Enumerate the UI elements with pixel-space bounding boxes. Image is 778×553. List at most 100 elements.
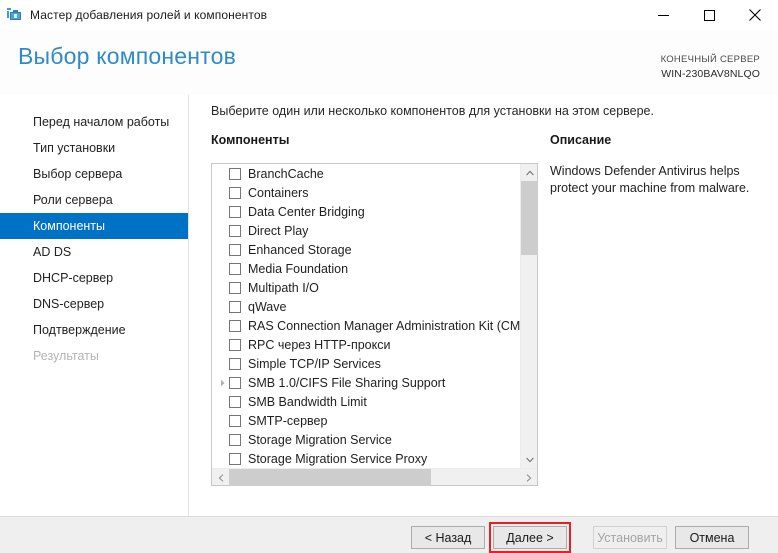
- feature-label: Media Foundation: [248, 261, 349, 276]
- feature-label: RPC через HTTP-прокси: [248, 337, 391, 352]
- maximize-button[interactable]: [686, 0, 732, 30]
- wizard-step-nav: Перед началом работы Тип установки Выбор с…: [0, 95, 189, 516]
- sidebar-item-1[interactable]: Перед началом работы: [0, 109, 188, 135]
- feature-row[interactable]: Media Foundation: [212, 259, 521, 278]
- back-button[interactable]: < Назад: [411, 526, 485, 549]
- minimize-icon: [657, 14, 669, 16]
- sidebar-item-label: Тип установки: [33, 141, 116, 155]
- next-button[interactable]: Далее >: [493, 526, 567, 549]
- feature-checkbox[interactable]: [229, 395, 241, 408]
- feature-label: RAS Connection Manager Administration Ki…: [248, 318, 521, 333]
- features-list-box[interactable]: BranchCache Containers Data Center Bridgin…: [211, 163, 538, 486]
- sidebar-item-2[interactable]: Тип установки: [0, 135, 188, 161]
- window-title: Мастер добавления ролей и компонентов: [30, 8, 268, 22]
- chevron-right-icon: [526, 473, 531, 482]
- close-icon: [749, 9, 761, 21]
- scroll-up-button[interactable]: [521, 164, 538, 181]
- feature-label: SMTP-сервер: [248, 413, 328, 428]
- feature-checkbox[interactable]: [229, 357, 241, 370]
- sidebar-item-3[interactable]: Выбор сервера: [0, 161, 188, 187]
- feature-label: SMB 1.0/CIFS File Sharing Support: [248, 375, 446, 390]
- feature-checkbox[interactable]: [229, 300, 241, 313]
- feature-checkbox[interactable]: [229, 319, 241, 332]
- sidebar-item-7[interactable]: DHCP-сервер: [0, 265, 188, 291]
- feature-row[interactable]: BranchCache: [212, 164, 521, 183]
- feature-row[interactable]: SMTP-сервер: [212, 411, 521, 430]
- destination-server-label: КОНЕЧНЫЙ СЕРВЕР: [660, 54, 760, 65]
- sidebar-item-label: Подтверждение: [33, 323, 126, 337]
- sidebar-item-8[interactable]: DNS-сервер: [0, 291, 188, 317]
- feature-row[interactable]: RAS Connection Manager Administration Ki…: [212, 316, 521, 335]
- feature-row[interactable]: SMB 1.0/CIFS File Sharing Support: [212, 373, 521, 392]
- sidebar-item-label: Результаты: [33, 349, 99, 363]
- feature-row[interactable]: Storage Migration Service: [212, 430, 521, 449]
- features-column-header: Компоненты: [211, 133, 290, 147]
- feature-row[interactable]: Enhanced Storage: [212, 240, 521, 259]
- minimize-button[interactable]: [640, 0, 686, 30]
- feature-checkbox[interactable]: [229, 262, 241, 275]
- caption-button-group: [640, 0, 778, 30]
- sidebar-item-4[interactable]: Роли сервера: [0, 187, 188, 213]
- feature-checkbox[interactable]: [229, 281, 241, 294]
- sidebar-item-label: AD DS: [33, 245, 72, 259]
- feature-row[interactable]: qWave: [212, 297, 521, 316]
- feature-checkbox[interactable]: [229, 433, 241, 446]
- scroll-left-button[interactable]: [212, 469, 229, 486]
- feature-checkbox[interactable]: [229, 243, 241, 256]
- vertical-scroll-thumb[interactable]: [521, 181, 538, 255]
- sidebar-item-label: Роли сервера: [33, 193, 113, 207]
- close-button[interactable]: [732, 0, 778, 30]
- feature-label: SMB Bandwidth Limit: [248, 394, 367, 409]
- feature-row[interactable]: Data Center Bridging: [212, 202, 521, 221]
- feature-row[interactable]: Containers: [212, 183, 521, 202]
- destination-server-info: КОНЕЧНЫЙ СЕРВЕР WIN-230BAV8NLQO: [661, 53, 760, 81]
- feature-checkbox[interactable]: [229, 338, 241, 351]
- sidebar-item-label: Выбор сервера: [33, 167, 123, 181]
- feature-row[interactable]: Storage Migration Service Proxy: [212, 449, 521, 468]
- chevron-down-icon: [525, 457, 534, 462]
- feature-label: Containers: [248, 185, 309, 200]
- description-text: Windows Defender Antivirus helps protect…: [550, 164, 750, 195]
- sidebar-item-9[interactable]: Подтверждение: [0, 317, 188, 343]
- sidebar-item-5[interactable]: Компоненты: [0, 213, 188, 239]
- feature-label: Storage Migration Service: [248, 432, 392, 447]
- page-title: Выбор компонентов: [18, 43, 237, 69]
- features-list-vertical-scrollbar[interactable]: [520, 164, 538, 468]
- horizontal-scroll-thumb[interactable]: [229, 469, 431, 486]
- feature-row[interactable]: SMB Bandwidth Limit: [212, 392, 521, 411]
- feature-checkbox[interactable]: [229, 205, 241, 218]
- features-list-viewport[interactable]: BranchCache Containers Data Center Bridgin…: [212, 164, 521, 468]
- cancel-button[interactable]: Отмена: [675, 526, 749, 549]
- add-roles-and-features-wizard-window: Мастер добавления ролей и компонентов Вы…: [0, 0, 778, 553]
- feature-row[interactable]: Direct Play: [212, 221, 521, 240]
- feature-row[interactable]: Multipath I/O: [212, 278, 521, 297]
- sidebar-item-6[interactable]: AD DS: [0, 239, 188, 265]
- feature-checkbox[interactable]: [229, 224, 241, 237]
- feature-checkbox[interactable]: [229, 186, 241, 199]
- feature-row[interactable]: RPC через HTTP-прокси: [212, 335, 521, 354]
- feature-label: Storage Migration Service Proxy: [248, 451, 428, 466]
- features-list-horizontal-scrollbar[interactable]: [212, 468, 537, 486]
- chevron-left-icon: [218, 473, 223, 482]
- feature-checkbox[interactable]: [229, 167, 241, 180]
- feature-checkbox[interactable]: [229, 414, 241, 427]
- feature-label: Data Center Bridging: [248, 204, 365, 219]
- feature-row[interactable]: Simple TCP/IP Services: [212, 354, 521, 373]
- feature-checkbox[interactable]: [229, 452, 241, 465]
- wizard-main-panel: Выберите один или несколько компонентов …: [189, 95, 778, 516]
- feature-checkbox[interactable]: [229, 376, 241, 389]
- feature-label: Enhanced Storage: [248, 242, 352, 257]
- toolbox-icon: [7, 7, 23, 23]
- wizard-header: Выбор компонентов КОНЕЧНЫЙ СЕРВЕР WIN-23…: [0, 30, 778, 95]
- title-bar: Мастер добавления ролей и компонентов: [0, 0, 778, 30]
- instruction-text: Выберите один или несколько компонентов …: [211, 104, 654, 118]
- scroll-down-button[interactable]: [521, 451, 538, 468]
- scroll-right-button[interactable]: [520, 469, 537, 486]
- expand-triangle-icon[interactable]: [216, 373, 229, 392]
